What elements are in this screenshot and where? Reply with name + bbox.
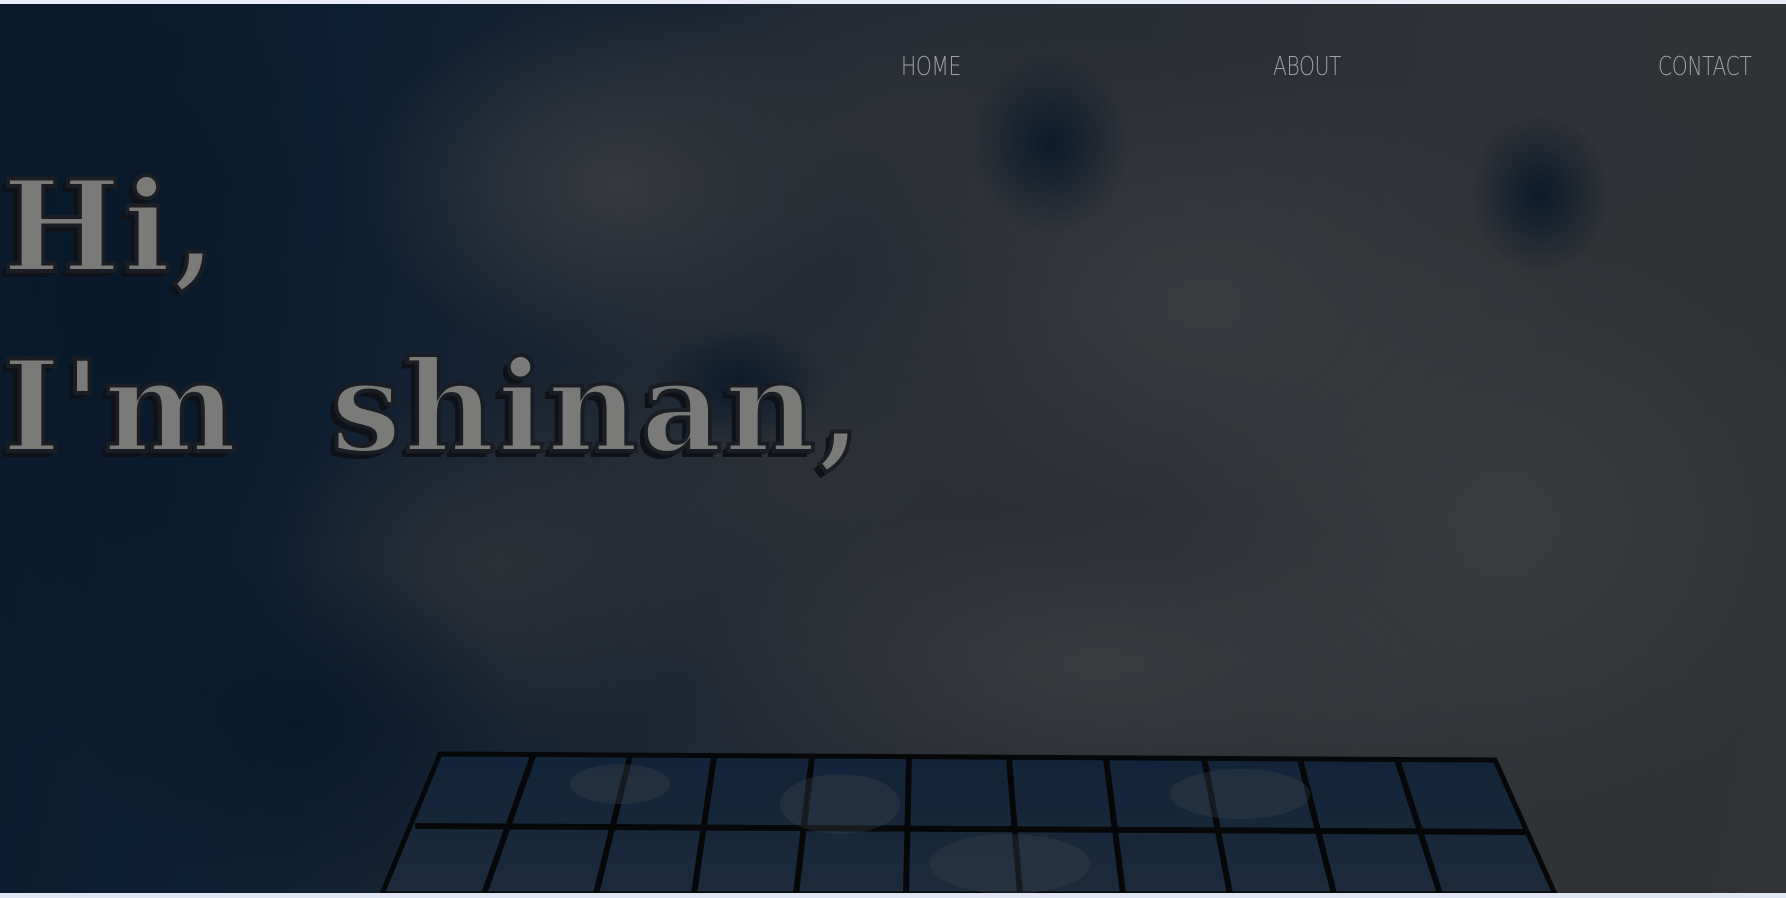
hero-greeting-line-2: I'm shinan, [0,333,864,481]
nav-link-home[interactable]: HOME [901,52,961,82]
nav-link-contact[interactable]: CONTACT [1658,52,1752,82]
nav-link-about[interactable]: ABOUT [1273,52,1341,82]
page: HOME ABOUT CONTACT Hi, I'm shinan, [0,0,1786,898]
main-nav: HOME ABOUT CONTACT [0,52,1786,92]
building-facade [379,751,1558,894]
hero-greeting-line-1: Hi, [0,153,219,301]
section-divider [0,893,1786,898]
hero-section: HOME ABOUT CONTACT Hi, I'm shinan, [0,4,1786,894]
